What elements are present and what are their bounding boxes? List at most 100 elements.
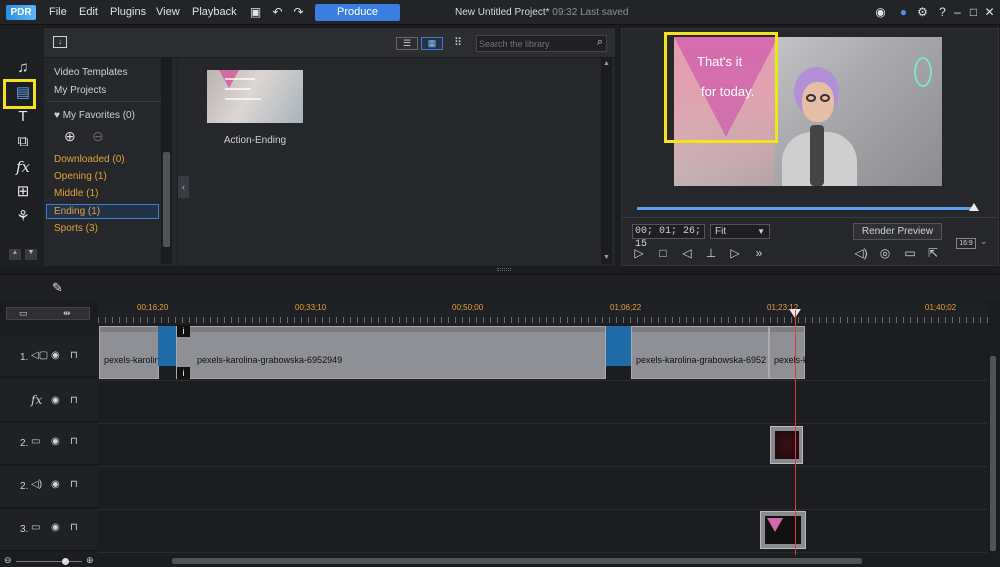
- volume-icon[interactable]: ◁): [853, 245, 869, 261]
- category-sports[interactable]: Sports (3): [54, 223, 98, 234]
- notification-icon[interactable]: ●: [896, 5, 911, 20]
- list-view-icon[interactable]: ☰: [396, 37, 418, 50]
- eye-icon[interactable]: ◉: [51, 479, 60, 490]
- zoom-slider[interactable]: ⊖ ⊕: [4, 555, 96, 566]
- render-preview-button[interactable]: Render Preview: [853, 223, 942, 240]
- particle-room-icon[interactable]: ⚘: [12, 207, 34, 227]
- timeline-vertical-scrollbar[interactable]: [988, 326, 998, 555]
- import-icon[interactable]: ↓: [53, 36, 67, 48]
- menu-plugins[interactable]: Plugins: [110, 6, 146, 18]
- gear-icon[interactable]: ⚙: [915, 5, 930, 20]
- playhead[interactable]: [795, 310, 796, 555]
- fit-dropdown[interactable]: Fit ▼: [710, 224, 770, 239]
- transition-marker-icon[interactable]: i: [177, 325, 190, 337]
- transition[interactable]: [158, 326, 176, 366]
- eye-icon[interactable]: ◉: [51, 350, 60, 361]
- lock-icon[interactable]: ⊓: [70, 436, 78, 447]
- edit-tools-icon[interactable]: ✎: [52, 280, 63, 296]
- eye-icon[interactable]: ◉: [51, 436, 60, 447]
- category-opening[interactable]: Opening (1): [54, 171, 107, 182]
- collapse-panel-icon[interactable]: ‹: [178, 176, 189, 198]
- title-template-clip[interactable]: [760, 511, 806, 549]
- panel-resize-handle[interactable]: [497, 268, 511, 271]
- category-scrollbar[interactable]: [161, 58, 172, 264]
- transition[interactable]: [606, 326, 631, 366]
- redo-icon[interactable]: ↷: [291, 5, 306, 20]
- lock-icon[interactable]: ⊓: [70, 479, 78, 490]
- my-favorites[interactable]: ♥ My Favorites (0): [54, 110, 135, 121]
- add-favorite-icon[interactable]: ⊕: [64, 128, 76, 145]
- stop-icon[interactable]: □: [655, 245, 671, 261]
- account-icon[interactable]: ◉: [873, 5, 888, 20]
- menu-playback[interactable]: Playback: [192, 6, 237, 18]
- zoom-in-icon[interactable]: ⊕: [86, 555, 94, 566]
- maximize-icon[interactable]: □: [966, 5, 981, 20]
- aspect-chevron-icon[interactable]: ⌄: [980, 236, 988, 247]
- split-icon[interactable]: ⊥: [703, 245, 719, 261]
- menu-file[interactable]: File: [49, 6, 67, 18]
- lock-icon[interactable]: ⊓: [70, 350, 78, 361]
- side-item-video-templates[interactable]: Video Templates: [54, 67, 128, 78]
- particle-clip[interactable]: [770, 426, 803, 464]
- minimize-icon[interactable]: –: [950, 5, 965, 20]
- video-clip[interactable]: pexels-karolina-grabowska-6952949: [176, 326, 606, 379]
- timeline-horizontal-scrollbar[interactable]: [100, 557, 987, 565]
- fx-room-icon[interactable]: fx: [12, 157, 34, 177]
- transition-room-icon[interactable]: ⧉: [12, 132, 34, 152]
- rail-scroll-down-icon[interactable]: ▼: [25, 249, 37, 260]
- remove-favorite-icon[interactable]: ⊖: [92, 128, 104, 145]
- fast-forward-icon[interactable]: »: [751, 245, 767, 261]
- library-scrollbar[interactable]: ▲ ▼: [601, 58, 612, 264]
- rail-scroll-up-icon[interactable]: ▲: [9, 249, 21, 260]
- previous-frame-icon[interactable]: ◁: [679, 245, 695, 261]
- snapshot-icon[interactable]: ◎: [877, 245, 893, 261]
- transition-marker-icon[interactable]: i: [177, 367, 190, 379]
- video-clip[interactable]: pexels-karolin: [99, 326, 160, 379]
- template-thumbnail-action-ending[interactable]: [207, 70, 303, 123]
- pip-room-icon[interactable]: ⊞: [12, 182, 34, 202]
- zoom-out-icon[interactable]: ⊖: [4, 555, 12, 566]
- title-room-icon[interactable]: T: [12, 107, 34, 127]
- menu-view[interactable]: View: [156, 6, 180, 18]
- templates-room-icon[interactable]: ▤: [12, 83, 34, 103]
- eye-icon[interactable]: ◉: [51, 395, 60, 406]
- undock-icon[interactable]: ⇱: [925, 245, 941, 261]
- search-input[interactable]: [479, 37, 589, 50]
- zoom-handle[interactable]: [62, 558, 69, 565]
- ruler-label: 00;33;10: [295, 303, 327, 312]
- preview-progress-track[interactable]: [637, 207, 975, 210]
- subtitle-icon[interactable]: ▭: [902, 245, 918, 261]
- media-room-icon[interactable]: ♫: [12, 58, 34, 78]
- lock-icon[interactable]: ⊓: [70, 522, 78, 533]
- fit-timeline-icon[interactable]: ⇹: [63, 308, 71, 319]
- track-manager-icon[interactable]: ▭: [19, 308, 28, 319]
- next-frame-icon[interactable]: ▷: [727, 245, 743, 261]
- category-ending[interactable]: Ending (1): [54, 206, 100, 217]
- grid-view-icon[interactable]: ▦: [421, 37, 443, 50]
- category-middle[interactable]: Middle (1): [54, 188, 98, 199]
- save-icon[interactable]: ▣: [248, 5, 263, 20]
- search-box[interactable]: ⌕: [476, 35, 607, 52]
- undo-icon[interactable]: ↶: [270, 5, 285, 20]
- side-item-my-projects[interactable]: My Projects: [54, 85, 106, 96]
- close-icon[interactable]: ✕: [982, 5, 997, 20]
- category-scroll-thumb[interactable]: [163, 152, 170, 247]
- lock-icon[interactable]: ⊓: [70, 395, 78, 406]
- vertical-scroll-thumb[interactable]: [990, 356, 996, 551]
- help-icon[interactable]: ?: [935, 5, 950, 20]
- timecode-display[interactable]: 00; 01; 26; 15: [632, 224, 705, 250]
- video-clip[interactable]: pexels-karolina-grabowska-6952: [631, 326, 769, 379]
- preview-scrubber-handle[interactable]: [969, 203, 979, 211]
- search-icon[interactable]: ⌕: [597, 36, 603, 49]
- menu-edit[interactable]: Edit: [79, 6, 98, 18]
- aspect-ratio-selector[interactable]: 16:9: [956, 238, 976, 249]
- scroll-down-icon[interactable]: ▼: [603, 254, 610, 261]
- video-clip[interactable]: pexels-k: [769, 326, 808, 379]
- scroll-up-icon[interactable]: ▲: [603, 60, 610, 67]
- eye-icon[interactable]: ◉: [51, 522, 60, 533]
- more-icon[interactable]: ⠿: [454, 36, 468, 50]
- horizontal-scroll-thumb[interactable]: [172, 558, 862, 564]
- category-downloaded[interactable]: Downloaded (0): [54, 154, 125, 165]
- play-icon[interactable]: ▷: [631, 245, 647, 261]
- produce-button[interactable]: Produce: [315, 4, 400, 21]
